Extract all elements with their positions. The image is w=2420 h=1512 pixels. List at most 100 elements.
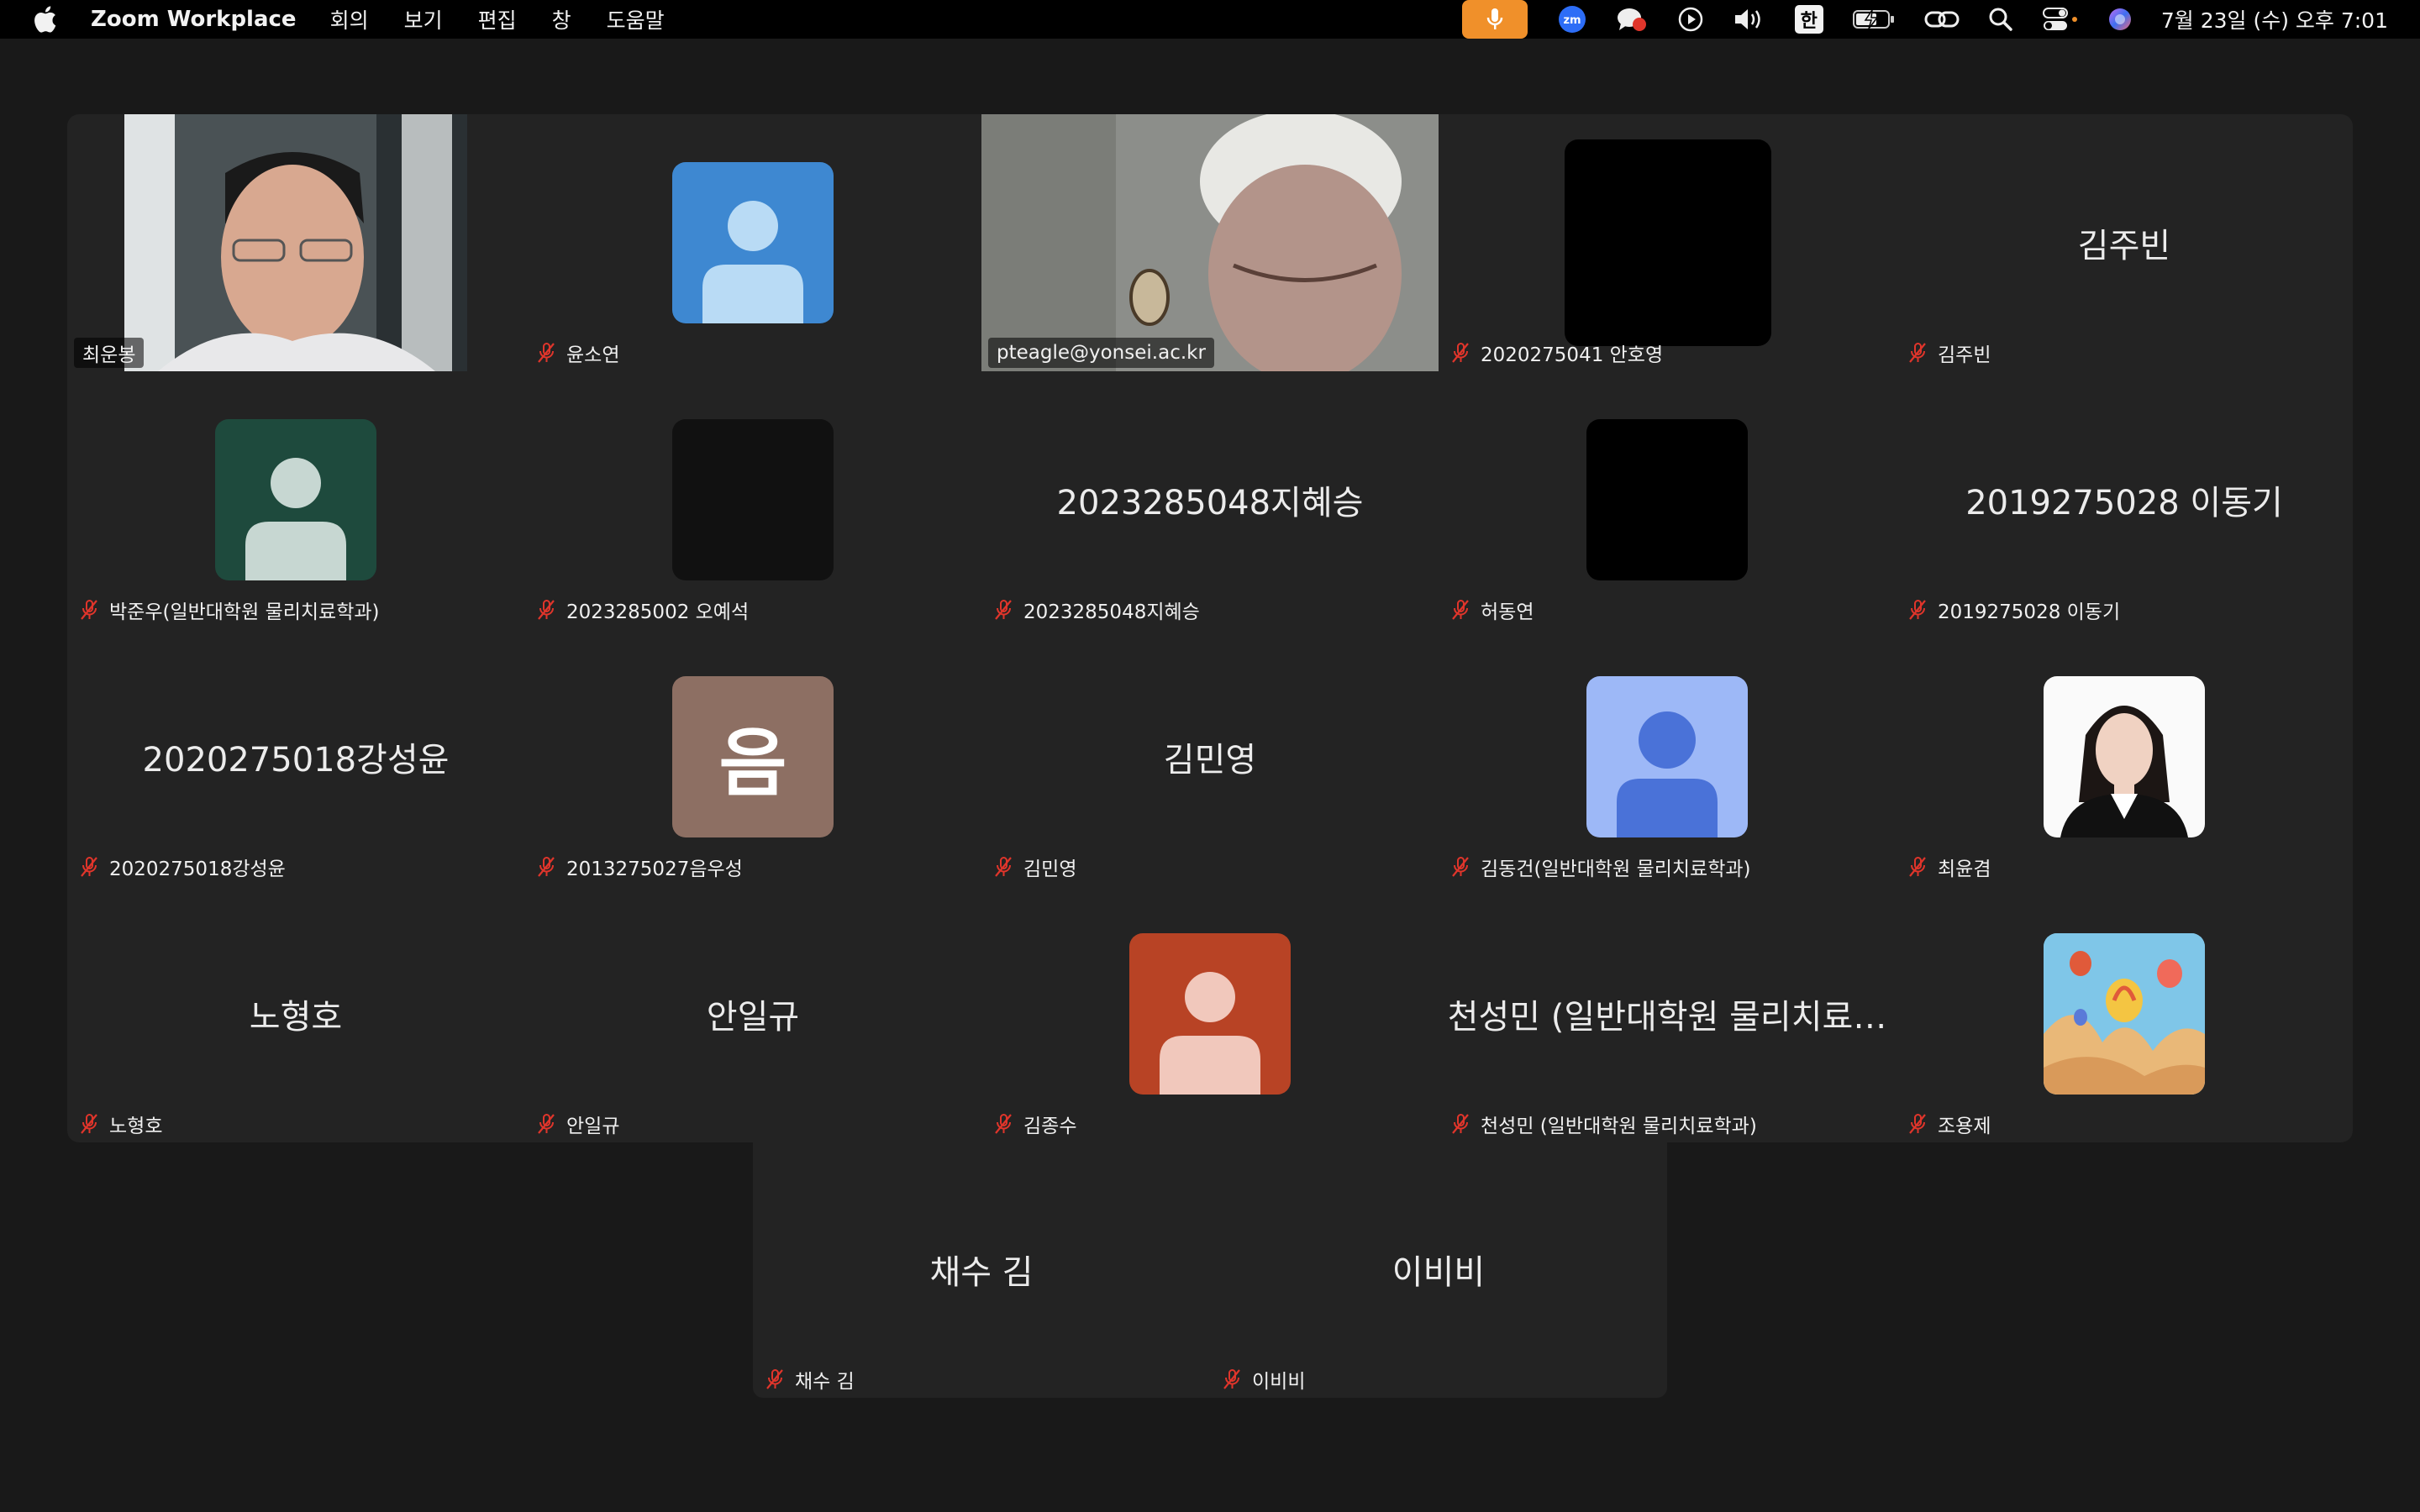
muted-mic-icon bbox=[1452, 343, 1469, 363]
menu-window[interactable]: 창 bbox=[552, 4, 571, 34]
muted-mic-icon bbox=[1452, 600, 1469, 620]
participant-video bbox=[124, 114, 467, 371]
participant-tile[interactable]: 2019275028 이동기 2019275028 이동기 bbox=[1896, 371, 2353, 628]
participant-tile[interactable]: 음 2013275027음우성 bbox=[524, 628, 981, 885]
participant-nameplate: 2020275041 안호영 bbox=[1445, 338, 1670, 368]
participant-name: pteagle@yonsei.ac.kr bbox=[997, 342, 1206, 364]
muted-mic-icon bbox=[1452, 857, 1469, 877]
participant-tile[interactable]: 조용제 bbox=[1896, 885, 2353, 1142]
participant-name: 2020275018강성윤 bbox=[109, 858, 286, 880]
profile-photo bbox=[2044, 676, 2205, 837]
mic-in-use-icon[interactable] bbox=[1461, 0, 1528, 39]
muted-mic-icon bbox=[1452, 1114, 1469, 1134]
participant-tile[interactable]: 채수 김 채수 김 bbox=[753, 1141, 1210, 1398]
avatar bbox=[215, 419, 376, 580]
muted-mic-icon bbox=[81, 600, 97, 620]
muted-mic-icon bbox=[81, 1114, 97, 1134]
control-center-icon[interactable] bbox=[2042, 0, 2079, 39]
participant-tile[interactable]: 천성민 (일반대학원 물리치료… 천성민 (일반대학원 물리치료학과) bbox=[1439, 885, 1896, 1142]
menu-bar-clock[interactable]: 7월 23일 (수) 오후 7:01 bbox=[2161, 4, 2388, 34]
menu-view[interactable]: 보기 bbox=[404, 4, 443, 34]
participant-name: 2013275027음우성 bbox=[566, 858, 743, 880]
muted-mic-icon bbox=[995, 857, 1012, 877]
muted-mic-icon bbox=[766, 1369, 783, 1389]
participant-video bbox=[981, 114, 1439, 371]
spotlight-search-icon[interactable] bbox=[1988, 0, 2013, 39]
menu-edit[interactable]: 편집 bbox=[478, 4, 517, 34]
chat-notification-icon[interactable] bbox=[1615, 0, 1649, 39]
participant-name: 이비비 bbox=[1252, 1371, 1306, 1393]
participant-tile[interactable]: 2020275018강성윤 2020275018강성윤 bbox=[67, 628, 524, 885]
input-source-label: 한 bbox=[1794, 5, 1823, 34]
muted-mic-icon bbox=[1909, 857, 1926, 877]
participant-display-name: 2019275028 이동기 bbox=[1965, 484, 2283, 522]
participant-nameplate: 박준우(일반대학원 물리치료학과) bbox=[74, 595, 387, 625]
menu-help[interactable]: 도움말 bbox=[607, 4, 665, 34]
participant-tile[interactable]: 박준우(일반대학원 물리치료학과) bbox=[67, 371, 524, 628]
battery-charging-icon[interactable] bbox=[1852, 0, 1896, 39]
participant-nameplate: 안일규 bbox=[531, 1109, 626, 1139]
participant-tile[interactable]: 2023285048지혜승 2023285048지혜승 bbox=[981, 371, 1439, 628]
participant-name: 윤소연 bbox=[566, 344, 620, 366]
participant-name: 김주빈 bbox=[1938, 344, 1991, 366]
participant-tile[interactable]: 김주빈 김주빈 bbox=[1896, 114, 2353, 371]
avatar bbox=[672, 419, 834, 580]
menu-meeting[interactable]: 회의 bbox=[330, 4, 369, 34]
avatar bbox=[1129, 933, 1291, 1095]
active-speaker-tile[interactable]: pteagle@yonsei.ac.kr bbox=[981, 114, 1439, 371]
participant-nameplate: 채수 김 bbox=[760, 1364, 861, 1394]
participant-display-name: 노형호 bbox=[249, 998, 343, 1037]
app-name-menu[interactable]: Zoom Workplace bbox=[91, 7, 297, 32]
media-play-icon[interactable] bbox=[1677, 0, 1704, 39]
participant-nameplate: 김민영 bbox=[988, 852, 1083, 882]
participant-tile[interactable]: 노형호 노형호 bbox=[67, 885, 524, 1142]
participant-nameplate: 최윤겸 bbox=[1902, 852, 1997, 882]
participant-display-name: 채수 김 bbox=[929, 1253, 1034, 1292]
avatar bbox=[672, 162, 834, 323]
volume-icon[interactable] bbox=[1733, 0, 1766, 39]
participant-nameplate: 천성민 (일반대학원 물리치료학과) bbox=[1445, 1109, 1764, 1139]
participant-tile[interactable]: 최운봉 bbox=[67, 114, 524, 371]
participant-name: 허동연 bbox=[1481, 601, 1534, 623]
svg-text:zm: zm bbox=[1563, 14, 1581, 27]
participant-nameplate: 노형호 bbox=[74, 1109, 169, 1139]
participant-tile[interactable]: 윤소연 bbox=[524, 114, 981, 371]
participant-name: 김민영 bbox=[1023, 858, 1077, 880]
participant-tile[interactable]: 2023285002 오예석 bbox=[524, 371, 981, 628]
participant-name: 2023285048지혜승 bbox=[1023, 601, 1200, 623]
participant-nameplate: 2019275028 이동기 bbox=[1902, 595, 2127, 625]
participant-tile[interactable]: 안일규 안일규 bbox=[524, 885, 981, 1142]
participant-display-name: 2023285048지혜승 bbox=[1056, 484, 1364, 522]
participant-tile[interactable]: 허동연 bbox=[1439, 371, 1896, 628]
participant-tile[interactable]: 이비비 이비비 bbox=[1210, 1141, 1667, 1398]
muted-mic-icon bbox=[81, 857, 97, 877]
participant-display-name: 이비비 bbox=[1392, 1253, 1486, 1292]
siri-icon[interactable] bbox=[2107, 0, 2133, 39]
muted-mic-icon bbox=[1223, 1369, 1240, 1389]
zoom-app-icon[interactable]: zm bbox=[1558, 0, 1586, 39]
muted-mic-icon bbox=[995, 1114, 1012, 1134]
muted-mic-icon bbox=[995, 600, 1012, 620]
muted-mic-icon bbox=[538, 857, 555, 877]
participant-name: 천성민 (일반대학원 물리치료학과) bbox=[1481, 1116, 1757, 1137]
participant-name: 김종수 bbox=[1023, 1116, 1077, 1137]
apple-menu-icon[interactable] bbox=[32, 0, 79, 39]
participant-tile[interactable]: 2020275041 안호영 bbox=[1439, 114, 1896, 371]
participant-nameplate: 최운봉 bbox=[74, 338, 145, 368]
participant-tile[interactable]: 김민영 김민영 bbox=[981, 628, 1439, 885]
link-icon[interactable] bbox=[1924, 0, 1960, 39]
participant-name: 채수 김 bbox=[795, 1371, 855, 1393]
input-source-icon[interactable]: 한 bbox=[1794, 0, 1823, 39]
profile-photo bbox=[2044, 933, 2205, 1095]
participant-nameplate: 2023285048지혜승 bbox=[988, 595, 1207, 625]
participant-name: 조용제 bbox=[1938, 1116, 1991, 1137]
participant-tile[interactable]: 최윤겸 bbox=[1896, 628, 2353, 885]
participant-tile[interactable]: 김종수 bbox=[981, 885, 1439, 1142]
participant-display-name: 2020275018강성윤 bbox=[142, 741, 450, 780]
participant-nameplate: 허동연 bbox=[1445, 595, 1540, 625]
person-icon bbox=[245, 458, 346, 580]
participant-nameplate: 김주빈 bbox=[1902, 338, 1997, 368]
avatar: 음 bbox=[672, 676, 834, 837]
person-icon bbox=[1617, 711, 1718, 837]
participant-tile[interactable]: 김동건(일반대학원 물리치료학과) bbox=[1439, 628, 1896, 885]
